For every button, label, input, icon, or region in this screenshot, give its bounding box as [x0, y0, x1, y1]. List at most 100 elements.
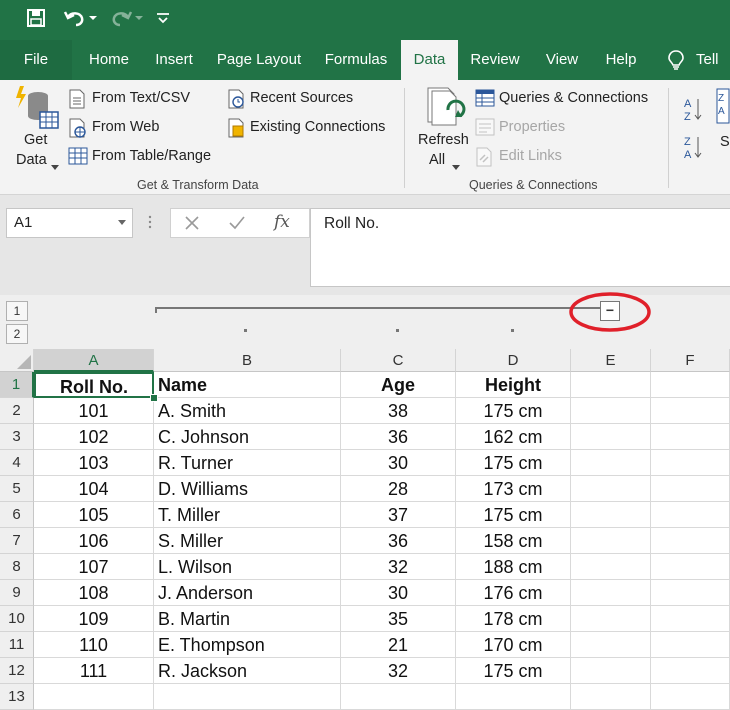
table-cell[interactable]: [154, 684, 341, 710]
table-cell[interactable]: 103: [34, 450, 154, 476]
table-cell[interactable]: [651, 450, 730, 476]
lightbulb-icon[interactable]: [664, 40, 688, 80]
from-table-range-button[interactable]: From Table/Range: [92, 148, 211, 164]
table-cell[interactable]: [571, 476, 651, 502]
table-cell[interactable]: 175 cm: [456, 450, 571, 476]
edit-links-button[interactable]: Edit Links: [499, 148, 562, 164]
table-cell[interactable]: [341, 684, 456, 710]
table-cell[interactable]: C. Johnson: [154, 424, 341, 450]
table-cell[interactable]: [571, 632, 651, 658]
table-cell[interactable]: 178 cm: [456, 606, 571, 632]
formula-input[interactable]: Roll No.: [310, 208, 730, 287]
table-cell[interactable]: 108: [34, 580, 154, 606]
table-cell[interactable]: 30: [341, 450, 456, 476]
row-header[interactable]: 10: [0, 606, 34, 632]
fill-handle[interactable]: [150, 394, 158, 402]
table-cell[interactable]: [571, 606, 651, 632]
tab-data[interactable]: Data: [401, 40, 458, 80]
table-cell[interactable]: 32: [341, 554, 456, 580]
insert-function-icon[interactable]: fx: [274, 212, 290, 232]
table-cell[interactable]: [651, 684, 730, 710]
column-header-f[interactable]: F: [651, 349, 730, 372]
tab-formulas[interactable]: Formulas: [316, 40, 396, 80]
table-cell[interactable]: 36: [341, 424, 456, 450]
save-icon[interactable]: [24, 8, 48, 32]
column-header-a[interactable]: A: [34, 349, 154, 372]
table-cell[interactable]: B. Martin: [154, 606, 341, 632]
table-cell[interactable]: 175 cm: [456, 398, 571, 424]
row-header[interactable]: 5: [0, 476, 34, 502]
tab-page-layout[interactable]: Page Layout: [210, 40, 308, 80]
table-cell[interactable]: 175 cm: [456, 658, 571, 684]
table-cell[interactable]: [651, 476, 730, 502]
table-cell[interactable]: [651, 606, 730, 632]
properties-button[interactable]: Properties: [499, 119, 565, 135]
tab-help[interactable]: Help: [596, 40, 646, 80]
queries-connections-button[interactable]: Queries & Connections: [499, 90, 648, 106]
table-cell[interactable]: 28: [341, 476, 456, 502]
table-cell[interactable]: [571, 398, 651, 424]
customize-icon[interactable]: [152, 8, 174, 32]
header-cell[interactable]: [651, 372, 730, 398]
outline-level-2-button[interactable]: 2: [6, 324, 28, 344]
table-cell[interactable]: 36: [341, 528, 456, 554]
table-cell[interactable]: 188 cm: [456, 554, 571, 580]
table-cell[interactable]: 37: [341, 502, 456, 528]
table-cell[interactable]: E. Thompson: [154, 632, 341, 658]
table-cell[interactable]: 162 cm: [456, 424, 571, 450]
header-cell[interactable]: Name: [154, 372, 341, 398]
table-cell[interactable]: 101: [34, 398, 154, 424]
row-header[interactable]: 13: [0, 684, 34, 710]
table-cell[interactable]: [651, 424, 730, 450]
table-cell[interactable]: [571, 684, 651, 710]
table-cell[interactable]: 176 cm: [456, 580, 571, 606]
undo-icon[interactable]: [60, 8, 100, 32]
table-cell[interactable]: [651, 398, 730, 424]
refresh-all-label-2[interactable]: All: [429, 152, 445, 168]
table-cell[interactable]: [651, 580, 730, 606]
column-header-e[interactable]: E: [571, 349, 651, 372]
table-cell[interactable]: [651, 658, 730, 684]
row-header[interactable]: 7: [0, 528, 34, 554]
table-cell[interactable]: [571, 502, 651, 528]
sort-button[interactable]: So: [720, 134, 730, 150]
table-cell[interactable]: J. Anderson: [154, 580, 341, 606]
row-header[interactable]: 8: [0, 554, 34, 580]
table-cell[interactable]: 106: [34, 528, 154, 554]
row-header[interactable]: 12: [0, 658, 34, 684]
table-cell[interactable]: [456, 684, 571, 710]
row-header[interactable]: 11: [0, 632, 34, 658]
table-cell[interactable]: 170 cm: [456, 632, 571, 658]
from-text-csv-button[interactable]: From Text/CSV: [92, 90, 190, 106]
row-header[interactable]: 3: [0, 424, 34, 450]
row-header[interactable]: 9: [0, 580, 34, 606]
name-box[interactable]: A1: [6, 208, 133, 238]
refresh-all-icon[interactable]: [424, 86, 466, 135]
drag-handle-icon[interactable]: [148, 214, 152, 230]
header-cell[interactable]: [571, 372, 651, 398]
tab-file[interactable]: File: [0, 40, 72, 80]
table-cell[interactable]: [571, 450, 651, 476]
header-cell[interactable]: Height: [456, 372, 571, 398]
table-cell[interactable]: [571, 580, 651, 606]
tab-view[interactable]: View: [536, 40, 588, 80]
row-header[interactable]: 2: [0, 398, 34, 424]
get-data-label-1[interactable]: Get: [24, 132, 47, 148]
table-cell[interactable]: 104: [34, 476, 154, 502]
row-header[interactable]: 4: [0, 450, 34, 476]
tab-home[interactable]: Home: [78, 40, 140, 80]
tab-tell-me[interactable]: Tell: [696, 40, 730, 80]
row-header[interactable]: 6: [0, 502, 34, 528]
cancel-icon[interactable]: [185, 216, 199, 230]
redo-icon[interactable]: [106, 8, 146, 32]
table-cell[interactable]: [651, 632, 730, 658]
table-cell[interactable]: T. Miller: [154, 502, 341, 528]
tab-insert[interactable]: Insert: [146, 40, 202, 80]
table-cell[interactable]: [651, 528, 730, 554]
table-cell[interactable]: 38: [341, 398, 456, 424]
table-cell[interactable]: D. Williams: [154, 476, 341, 502]
sort-a-z-icon[interactable]: AZ: [684, 96, 704, 127]
table-cell[interactable]: L. Wilson: [154, 554, 341, 580]
row-header[interactable]: 1: [0, 372, 34, 398]
table-cell[interactable]: 107: [34, 554, 154, 580]
